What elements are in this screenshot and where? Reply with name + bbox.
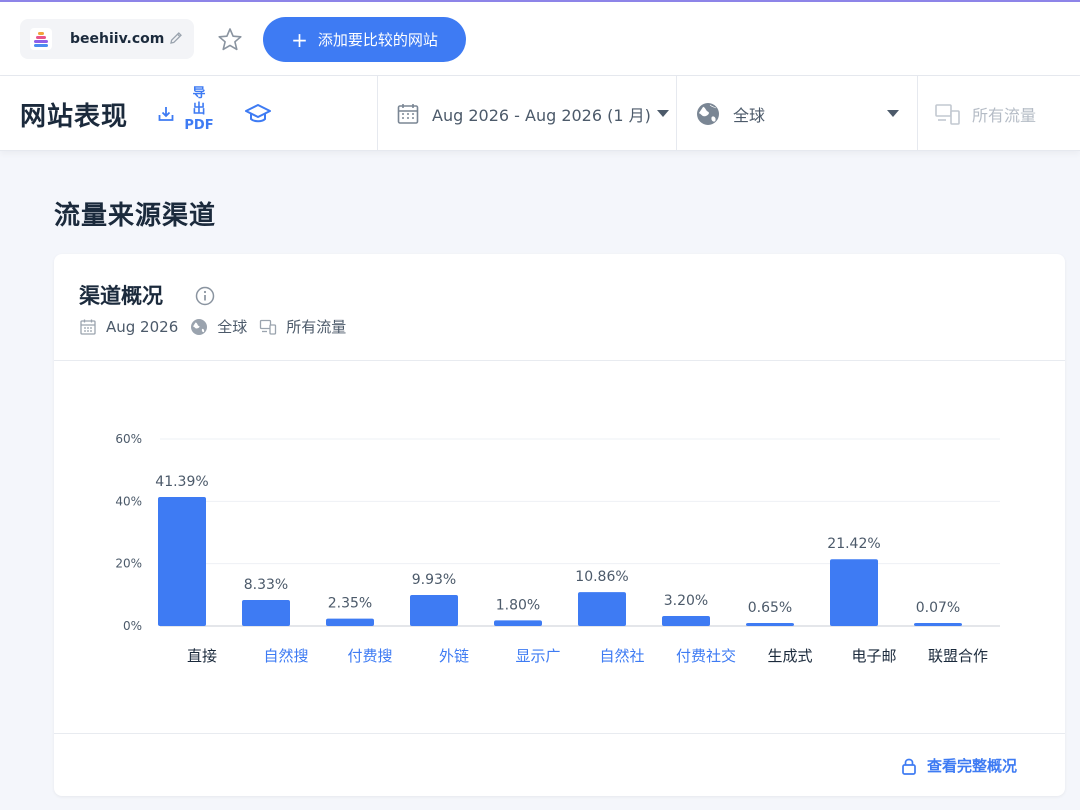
data-label: 10.86% — [575, 569, 628, 585]
date-range-value: Aug 2026 - Aug 2026 (1 月) — [432, 105, 651, 125]
data-label: 8.33% — [244, 577, 288, 593]
info-icon[interactable] — [195, 286, 215, 306]
y-tick-label: 0% — [123, 619, 142, 633]
category-label: 电子邮 — [851, 647, 896, 665]
category-label: 外链 — [439, 647, 469, 665]
bar — [746, 623, 794, 626]
traffic-value: 所有流量 — [972, 105, 1037, 125]
view-full-overview-label: 查看完整概况 — [926, 757, 1017, 775]
category-label: 自然搜 — [263, 647, 308, 665]
globe-icon — [191, 318, 208, 335]
meta-traffic: 所有流量 — [286, 318, 347, 336]
page-title: 网站表现 — [20, 102, 129, 132]
date-range-picker[interactable]: Aug 2026 - Aug 2026 (1 月) — [378, 76, 676, 151]
plus-icon: + — [291, 27, 308, 52]
bar — [578, 592, 626, 626]
category-label: 直接 — [187, 647, 217, 665]
data-label: 21.42% — [827, 536, 880, 552]
category-label: 自然社 — [599, 647, 644, 665]
add-compare-site-button[interactable]: + 添加要比较的网站 — [263, 17, 466, 62]
data-label: 0.65% — [748, 600, 792, 616]
card-title: 渠道概况 — [79, 284, 163, 308]
bar — [494, 620, 542, 626]
lock-icon — [902, 758, 916, 775]
card-divider — [54, 733, 1065, 734]
data-label: 0.07% — [916, 600, 960, 616]
y-tick-label: 60% — [115, 432, 142, 446]
region-selector[interactable]: 全球 — [677, 76, 917, 151]
export-label-line1: 导 — [192, 86, 206, 101]
category-label: 付费社交 — [676, 647, 736, 665]
calendar-icon — [397, 103, 419, 124]
export-label-line2: 出 — [192, 102, 206, 117]
devices-icon — [260, 319, 277, 335]
data-label: 1.80% — [496, 597, 540, 613]
section-title: 流量来源渠道 — [54, 201, 217, 231]
data-label: 41.39% — [155, 474, 208, 490]
bar — [662, 616, 710, 626]
card-meta: Aug 2026 全球 所有流量 — [79, 316, 358, 337]
channel-overview-card: 渠道概况 Aug 2026 全球 所有流量 0% 20% 40% 60% 41.39% 直… — [54, 254, 1065, 796]
site-chip[interactable]: beehiiv.com — [20, 19, 194, 59]
site-name: beehiiv.com — [70, 31, 165, 47]
bar — [326, 618, 374, 626]
top-bar: beehiiv.com + 添加要比较的网站 — [0, 2, 1080, 76]
data-label: 3.20% — [664, 593, 708, 609]
devices-icon — [935, 103, 960, 125]
page-header: 网站表现 导 出 PDF Aug 2026 - Aug 2026 (1 月) 全… — [0, 76, 1080, 151]
export-pdf-button[interactable]: 导 出 PDF — [181, 86, 217, 134]
download-icon[interactable] — [156, 104, 176, 124]
category-label: 联盟合作 — [928, 647, 988, 665]
traffic-type-selector[interactable]: 所有流量 — [918, 76, 1080, 151]
export-label-line3: PDF — [184, 118, 214, 133]
view-full-overview-link[interactable]: 查看完整概况 — [901, 755, 1017, 776]
category-label: 生成式 — [767, 647, 812, 665]
y-tick-label: 40% — [115, 494, 142, 508]
data-label: 2.35% — [328, 596, 372, 612]
y-tick-label: 20% — [115, 557, 142, 571]
beehiiv-logo-icon — [30, 28, 52, 50]
channel-bar-chart: 0% 20% 40% 60% 41.39% 直接 8.33% 自然搜 2.35% 付费搜 9.93%… — [115, 432, 1000, 665]
chevron-down-icon — [656, 110, 669, 117]
add-compare-label: 添加要比较的网站 — [317, 31, 438, 49]
meta-date: Aug 2026 — [106, 317, 179, 336]
bar — [914, 623, 962, 626]
calendar-icon — [80, 319, 96, 335]
bar — [830, 559, 878, 626]
region-value: 全球 — [733, 105, 766, 125]
chevron-down-icon — [887, 110, 899, 117]
category-label: 显示广 — [515, 647, 560, 665]
meta-region: 全球 — [217, 318, 248, 336]
bar — [242, 600, 290, 626]
data-label: 9.93% — [412, 572, 456, 588]
globe-icon — [697, 102, 719, 125]
pencil-icon[interactable] — [168, 30, 184, 46]
category-label: 付费搜 — [347, 647, 392, 665]
bar — [410, 595, 458, 626]
star-icon[interactable] — [216, 26, 244, 54]
graduation-cap-icon[interactable] — [244, 102, 272, 124]
bar — [158, 497, 206, 626]
